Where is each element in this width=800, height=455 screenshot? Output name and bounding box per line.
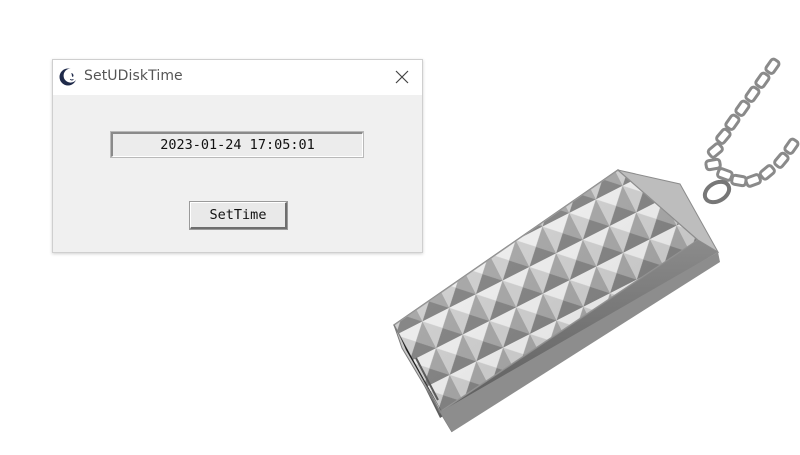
set-time-button-label: SetTime [209,207,267,223]
moon-face-icon [58,67,78,87]
usb-drive-pendant-image [380,40,800,451]
time-field[interactable] [110,131,364,158]
title-bar[interactable]: SetUDiskTime [53,60,422,95]
setudisktime-window: SetUDiskTime SetTime [52,59,423,253]
window-title: SetUDiskTime [84,68,183,84]
chain [704,57,800,188]
set-time-button[interactable]: SetTime [189,201,288,230]
